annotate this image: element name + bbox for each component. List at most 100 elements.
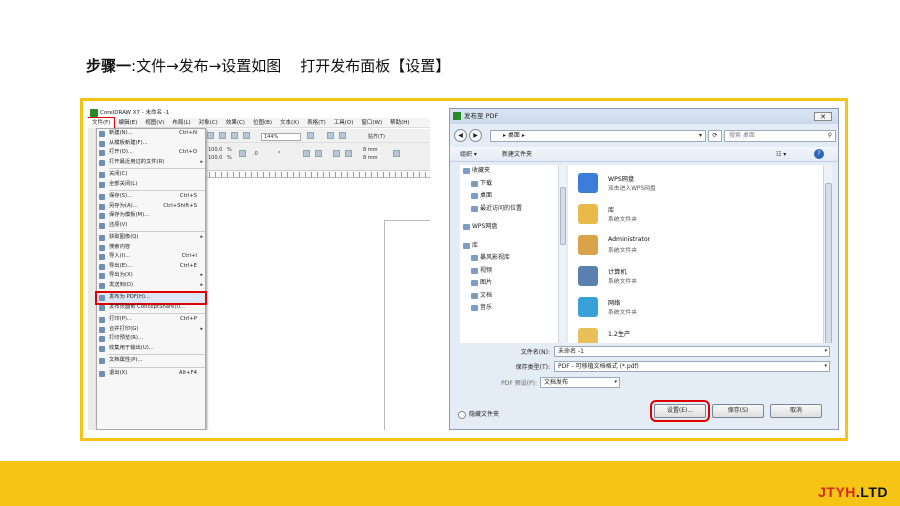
- rulers-icon[interactable]: [327, 132, 334, 139]
- file-menu-item[interactable]: 搜索内容: [97, 243, 205, 253]
- align-icon[interactable]: [333, 150, 340, 157]
- file-item[interactable]: 网络 系统文件夹: [578, 295, 808, 321]
- hide-folders-toggle[interactable]: 隐藏文件夹: [458, 409, 499, 419]
- menu-10[interactable]: 窗口(W): [357, 118, 386, 128]
- chevron-down-icon[interactable]: ▾: [824, 347, 827, 356]
- file-menu-item[interactable]: 关闭(C): [97, 170, 205, 180]
- mirror-v-icon[interactable]: [315, 150, 322, 157]
- save-button[interactable]: 保存(S): [712, 404, 764, 418]
- filetype-select[interactable]: PDF - 可移植文档格式 (*.pdf) ▾: [554, 361, 830, 372]
- nudge-x[interactable]: 8 mm: [363, 147, 378, 153]
- chevron-down-icon[interactable]: ▾: [824, 362, 827, 371]
- export-icon[interactable]: [219, 132, 226, 139]
- nav-item[interactable]: 文档: [460, 290, 558, 303]
- menu-item-label: 打印(P)...: [109, 316, 132, 322]
- nav-item[interactable]: 收藏夹: [460, 165, 558, 178]
- file-menu-item[interactable]: 发送到(D) ▸: [97, 281, 205, 291]
- lock-ratio-icon[interactable]: [239, 150, 246, 157]
- file-name: 网络: [608, 300, 621, 307]
- filename-field[interactable]: 未命名 -1 ▾: [554, 346, 830, 357]
- import-icon[interactable]: [207, 132, 214, 139]
- file-menu-item[interactable]: 退出(X) Alt+F4: [97, 369, 205, 379]
- settings-button[interactable]: 设置(E)...: [650, 400, 710, 422]
- drawing-canvas[interactable]: [203, 179, 430, 430]
- search-icon[interactable]: ⚲: [828, 131, 832, 141]
- preset-select[interactable]: 文档发布 ▾: [540, 377, 620, 388]
- file-menu-item[interactable]: 打印预览(R)...: [97, 334, 205, 344]
- file-menu-item[interactable]: 获取图像(Q) ▸: [97, 233, 205, 243]
- file-menu-item[interactable]: 打开最近用过的文件(R) ▸: [97, 158, 205, 168]
- file-item[interactable]: WPS网盘 双击进入WPS网盘: [578, 171, 808, 197]
- menu-7[interactable]: 文本(X): [276, 118, 303, 128]
- file-item[interactable]: Administrator 系统文件夹: [578, 233, 808, 259]
- nav-item[interactable]: 桌面: [460, 190, 558, 203]
- file-item[interactable]: 库系统文件夹: [578, 202, 808, 228]
- address-bar[interactable]: ▸ 桌面 ▸ ▾: [490, 130, 706, 142]
- menu-0[interactable]: 文件(F): [88, 117, 116, 129]
- cancel-button[interactable]: 取消: [770, 404, 822, 418]
- scale-width[interactable]: 100.0: [208, 147, 222, 153]
- mirror-h-icon[interactable]: [303, 150, 310, 157]
- file-menu-item[interactable]: 保存(S)... Ctrl+S: [97, 192, 205, 202]
- menu-2[interactable]: 视图(V): [141, 118, 168, 128]
- scale-height[interactable]: 100.0: [208, 155, 222, 161]
- file-menu-item[interactable]: 打开(O)... Ctrl+O: [97, 148, 205, 158]
- publish-icon[interactable]: [231, 132, 238, 139]
- file-menu-item[interactable]: 新建(N)... Ctrl+N: [97, 129, 205, 139]
- chevron-down-icon[interactable]: ▾: [614, 378, 617, 387]
- chevron-down-icon[interactable]: ▾: [699, 131, 702, 141]
- file-menu-item[interactable]: 从模板新建(F)...: [97, 139, 205, 149]
- file-menu-item[interactable]: 全部关闭(L): [97, 180, 205, 190]
- grid-icon[interactable]: [339, 132, 346, 139]
- menu-5[interactable]: 效果(C): [222, 118, 249, 128]
- units-icon[interactable]: [393, 150, 400, 157]
- nav-item[interactable]: 暴风影视库: [460, 252, 558, 265]
- menu-3[interactable]: 布局(L): [168, 118, 194, 128]
- zoom-select[interactable]: 144%: [261, 133, 301, 141]
- snap-to-dropdown[interactable]: 贴齐(T): [368, 133, 385, 140]
- file-menu-item[interactable]: 导出(E)... Ctrl+E: [97, 262, 205, 272]
- forward-arrow-icon[interactable]: ▶: [469, 129, 482, 142]
- file-menu-item[interactable]: 发布为 PDF(H)...: [95, 291, 207, 305]
- nav-item[interactable]: 图片: [460, 277, 558, 290]
- file-menu-item[interactable]: 合并打印(G) ▸: [97, 325, 205, 335]
- nav-item[interactable]: 最近访问的位置: [460, 203, 558, 216]
- menu-4[interactable]: 对象(C): [195, 118, 222, 128]
- menu-11[interactable]: 帮助(H): [386, 118, 413, 128]
- distribute-icon[interactable]: [345, 150, 352, 157]
- nav-item[interactable]: 音乐: [460, 302, 558, 315]
- file-menu-item[interactable]: 文档属性(P)...: [97, 356, 205, 366]
- organize-button[interactable]: 组织 ▾: [460, 149, 477, 160]
- nav-item-label: 图片: [480, 279, 493, 286]
- menu-8[interactable]: 表格(T): [303, 118, 330, 128]
- menu-1[interactable]: 编辑(E): [114, 118, 141, 128]
- app-launcher-icon[interactable]: [243, 132, 250, 139]
- nav-item[interactable]: 下载: [460, 178, 558, 191]
- back-arrow-icon[interactable]: ◀: [454, 129, 467, 142]
- file-scroll-thumb[interactable]: [825, 183, 832, 368]
- refresh-icon[interactable]: ⟳: [708, 130, 722, 142]
- nav-scroll-thumb[interactable]: [560, 187, 566, 245]
- nav-item[interactable]: 库: [460, 240, 558, 253]
- menu-9[interactable]: 工具(O): [330, 118, 358, 128]
- view-options-icon[interactable]: ☷ ▾: [776, 149, 786, 160]
- search-input[interactable]: 搜索 桌面 ⚲: [724, 130, 836, 142]
- menu-6[interactable]: 位图(B): [249, 118, 276, 128]
- file-menu-item[interactable]: 收集用于输出(U)...: [97, 344, 205, 354]
- file-menu-item[interactable]: 发布页面到 ConceptShare(I)...: [97, 303, 205, 313]
- help-icon[interactable]: ?: [814, 149, 824, 159]
- file-menu-item[interactable]: 另存为(A)... Ctrl+Shift+S: [97, 202, 205, 212]
- new-folder-button[interactable]: 新建文件夹: [502, 149, 532, 160]
- file-menu-item[interactable]: 导出为(X) ▸: [97, 271, 205, 281]
- rotation-angle[interactable]: .0: [253, 151, 258, 157]
- nav-item[interactable]: 视频: [460, 265, 558, 278]
- nav-item[interactable]: WPS网盘: [460, 221, 558, 234]
- nudge-y[interactable]: 8 mm: [363, 155, 378, 161]
- close-button[interactable]: ✕: [814, 112, 832, 121]
- file-menu-item[interactable]: 打印(P)... Ctrl+P: [97, 315, 205, 325]
- file-menu-item[interactable]: 保存为模板(M)...: [97, 211, 205, 221]
- file-menu-item[interactable]: 导入(I)... Ctrl+I: [97, 252, 205, 262]
- full-screen-icon[interactable]: [307, 132, 314, 139]
- file-menu-item[interactable]: 还原(V): [97, 221, 205, 231]
- file-item[interactable]: 计算机 系统文件夹: [578, 264, 808, 290]
